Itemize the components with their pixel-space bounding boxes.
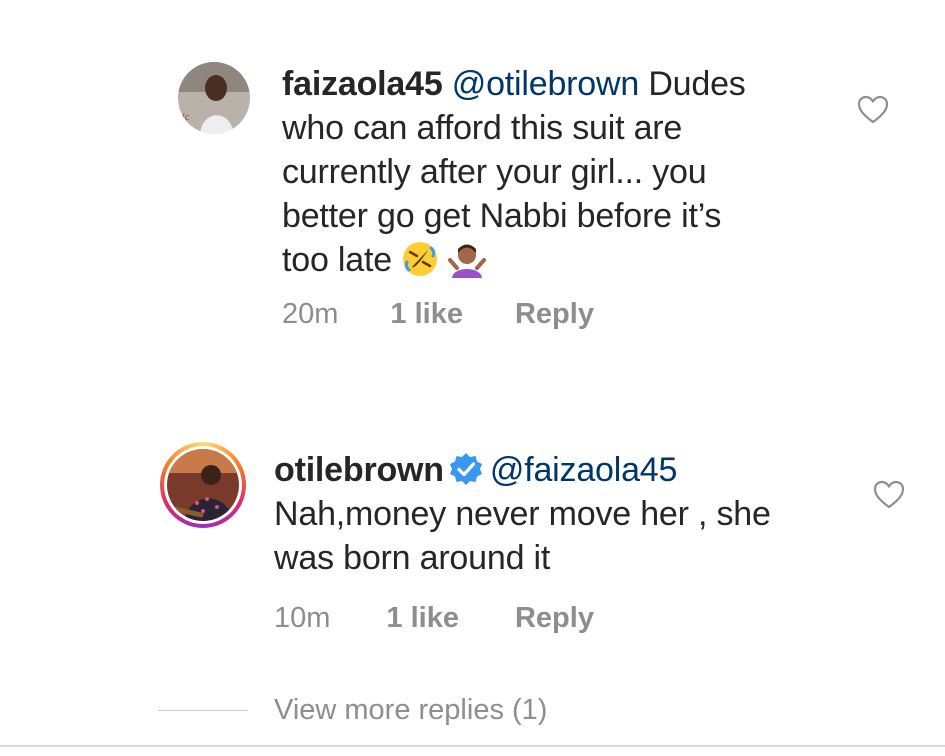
- svg-text:Jc: Jc: [180, 113, 190, 123]
- avatar[interactable]: [167, 449, 239, 521]
- comment-text-line: currently after your girl... you: [282, 153, 707, 191]
- comment-time: 10m: [274, 602, 331, 634]
- comment-likes[interactable]: 1 like: [390, 298, 463, 331]
- comment-mention[interactable]: @otilebrown: [452, 65, 639, 103]
- reply-button[interactable]: Reply: [515, 298, 594, 331]
- avatar[interactable]: Jc: [178, 62, 250, 134]
- comment-text: faizaola45 @otilebrown Dudes who can aff…: [282, 62, 842, 282]
- divider: [0, 745, 945, 747]
- like-heart-icon[interactable]: [872, 478, 906, 512]
- comment-body: otilebrown @faizaola45 Nah,money never m…: [274, 448, 844, 580]
- comment-meta: 10m 1 like Reply: [274, 602, 594, 635]
- comment-username[interactable]: faizaola45: [282, 65, 443, 103]
- comment-text-line: who can afford this suit are: [282, 109, 683, 147]
- comment-time: 20m: [282, 298, 339, 330]
- comment-text-line: better go get Nabbi before it’s: [282, 197, 722, 235]
- comment-faizaola45: Jc: [178, 62, 250, 134]
- comment-text: otilebrown @faizaola45 Nah,money never m…: [274, 448, 844, 580]
- comment-likes[interactable]: 1 like: [386, 602, 459, 635]
- like-heart-icon[interactable]: [856, 93, 890, 127]
- verified-badge-icon: [449, 453, 482, 485]
- avatar-photo-icon: Jc: [178, 62, 250, 134]
- rolling-on-floor-laughing-icon: [403, 242, 438, 276]
- person-shrugging-icon: [448, 244, 487, 278]
- view-more-replies-label[interactable]: View more replies (1): [274, 694, 547, 727]
- avatar-photo-icon: [167, 449, 239, 521]
- comment-username[interactable]: otilebrown: [274, 451, 444, 489]
- comment-text-line: Dudes: [648, 65, 746, 103]
- story-ring[interactable]: [160, 442, 246, 528]
- comment-meta: 20m 1 like Reply: [282, 298, 594, 331]
- comment-text-line: too late: [282, 241, 392, 279]
- comment-mention[interactable]: @faizaola45: [490, 451, 678, 489]
- comment-otilebrown: [160, 442, 246, 528]
- comment-text-line: Nah,money never move her , she: [274, 495, 771, 533]
- divider: [158, 710, 248, 711]
- view-more-replies[interactable]: View more replies (1): [158, 694, 547, 727]
- reply-button[interactable]: Reply: [515, 602, 594, 635]
- comment-body: faizaola45 @otilebrown Dudes who can aff…: [282, 62, 842, 282]
- comment-text-line: was born around it: [274, 539, 551, 577]
